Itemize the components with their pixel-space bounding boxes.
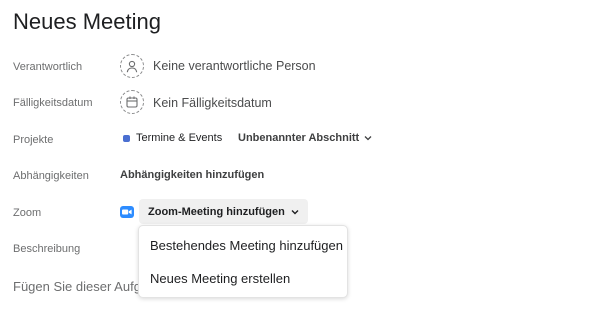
assignee-value[interactable]: Keine verantwortliche Person	[153, 59, 316, 73]
due-date-value[interactable]: Kein Fälligkeitsdatum	[153, 96, 272, 110]
zoom-dropdown-menu: Bestehendes Meeting hinzufügen Neues Mee…	[138, 225, 348, 298]
chevron-down-icon	[291, 206, 299, 218]
projects-label: Projekte	[13, 134, 54, 146]
chevron-down-icon	[364, 132, 372, 144]
project-color-dot	[123, 135, 130, 142]
dependencies-label: Abhängigkeiten	[13, 170, 89, 182]
project-name[interactable]: Termine & Events	[136, 132, 222, 144]
zoom-label: Zoom	[13, 207, 42, 219]
add-dependencies-link[interactable]: Abhängigkeiten hinzufügen	[120, 169, 264, 181]
due-date-label: Fälligkeitsdatum	[13, 97, 93, 109]
description-input[interactable]: Fügen Sie dieser Aufga	[13, 279, 148, 294]
menu-item-add-existing-meeting[interactable]: Bestehendes Meeting hinzufügen	[150, 238, 343, 253]
zoom-video-icon	[120, 206, 134, 218]
menu-item-create-new-meeting[interactable]: Neues Meeting erstellen	[150, 271, 290, 286]
description-label: Beschreibung	[13, 243, 81, 255]
add-zoom-meeting-button[interactable]: Zoom-Meeting hinzufügen	[139, 199, 308, 224]
task-title[interactable]: Neues Meeting	[13, 9, 161, 35]
assignee-avatar-icon[interactable]	[120, 54, 144, 78]
section-name: Unbenannter Abschnitt	[238, 132, 360, 144]
section-dropdown[interactable]: Unbenannter Abschnitt	[238, 132, 372, 144]
calendar-icon[interactable]	[120, 90, 144, 114]
add-zoom-meeting-label: Zoom-Meeting hinzufügen	[148, 205, 285, 218]
assignee-label: Verantwortlich	[13, 61, 83, 73]
